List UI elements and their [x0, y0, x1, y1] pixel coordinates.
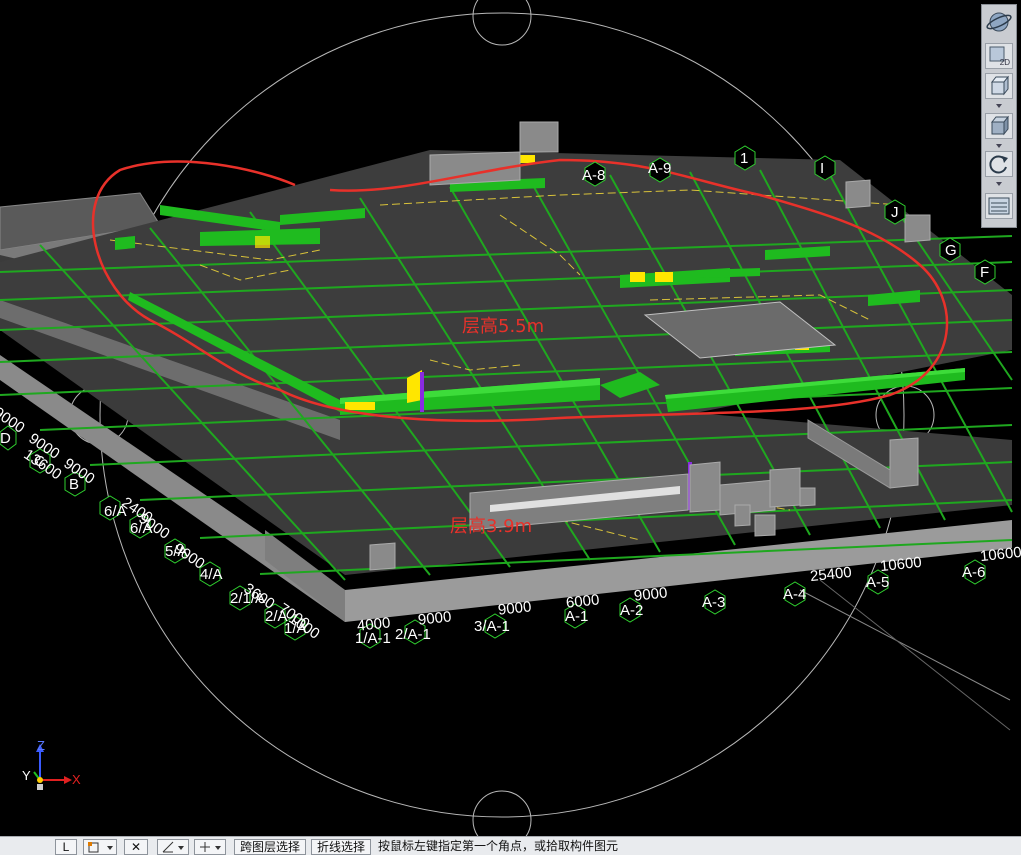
2d-view-button[interactable]: 2D [985, 43, 1013, 69]
lower-floor-height-annotation: 层高3.9m [450, 516, 533, 537]
status-bar: L ✕ 跨图层选择 折线选择 按鼠标左键指定第一个角点，或拾取构件图元 [0, 836, 1021, 855]
axis-label-f: F [980, 264, 990, 281]
rotate-button[interactable] [985, 151, 1013, 177]
axis-label-4a: 4/A [200, 566, 223, 583]
2d-label: 2D [999, 58, 1010, 67]
orbit-handle-bottom[interactable] [472, 790, 532, 836]
command-prompt: 按鼠标左键指定第一个角点，或拾取构件图元 [378, 839, 619, 853]
orbit-button[interactable] [985, 9, 1013, 35]
ortho-toggle-button[interactable]: L [55, 839, 77, 855]
plus-snap-button[interactable] [194, 839, 226, 855]
cross-layer-select-button[interactable]: 跨图层选择 [234, 839, 306, 855]
angle-snap-button[interactable] [157, 839, 189, 855]
snap-mode-button[interactable] [83, 839, 117, 855]
chevron-down-icon[interactable] [996, 144, 1002, 148]
building-model[interactable] [0, 0, 1021, 836]
dimension-label: 9000 [633, 584, 669, 605]
chevron-down-icon[interactable] [996, 104, 1002, 108]
chevron-down-icon[interactable] [996, 182, 1002, 186]
display-settings-button[interactable] [985, 193, 1013, 219]
3d-view-button[interactable] [985, 113, 1013, 139]
axis-label-a5: A-5 [866, 574, 890, 591]
y-axis-label: Y [22, 768, 31, 783]
axis-label-a6: A-6 [962, 564, 986, 581]
dimension-label: 6000 [565, 591, 601, 612]
axis-label-g: G [945, 242, 957, 259]
axis-label-a3: A-3 [702, 594, 726, 611]
axis-label-a2: A-2 [620, 602, 644, 619]
axis-triad: Z Y X [20, 738, 84, 794]
dimension-label: 4000 [356, 614, 392, 635]
axis-label-1: 1 [740, 150, 749, 167]
plus-icon [200, 842, 221, 852]
x-axis-label: X [72, 772, 81, 787]
axis-label-d: D [0, 430, 11, 447]
snap-icon [88, 842, 113, 853]
3d-viewport[interactable]: A-8 A-9 1 I J G F D C B 6/A 6/A 5/A 4/A … [0, 0, 1021, 836]
dimension-label: 9000 [497, 598, 533, 619]
polyline-select-button[interactable]: 折线选择 [311, 839, 371, 855]
view-toolbar: 2D [981, 4, 1017, 228]
cube-icon [990, 75, 1010, 96]
dimension-label: 9000 [417, 608, 453, 629]
axis-label-a9: A-9 [648, 160, 672, 177]
orbit-handle-top[interactable] [472, 0, 532, 46]
axis-label-3a-1: 3/A-1 [474, 618, 510, 635]
axis-label-a4: A-4 [783, 586, 807, 603]
3d-box-button[interactable] [985, 73, 1013, 99]
globe-icon [986, 12, 1012, 32]
axis-label-j: J [891, 204, 899, 221]
angle-icon [162, 841, 184, 853]
axis-label-a8: A-8 [582, 167, 606, 184]
axis-label-2a-1: 2/A-1 [395, 626, 431, 643]
z-axis-label: Z [37, 738, 45, 753]
upper-floor-height-annotation: 层高5.5m [462, 316, 545, 337]
axis-label-i: I [820, 160, 825, 177]
rotate-icon [989, 155, 1008, 174]
cube-solid-icon [990, 115, 1010, 136]
cross-icon[interactable]: ✕ [124, 839, 148, 855]
layers-icon [988, 197, 1010, 215]
